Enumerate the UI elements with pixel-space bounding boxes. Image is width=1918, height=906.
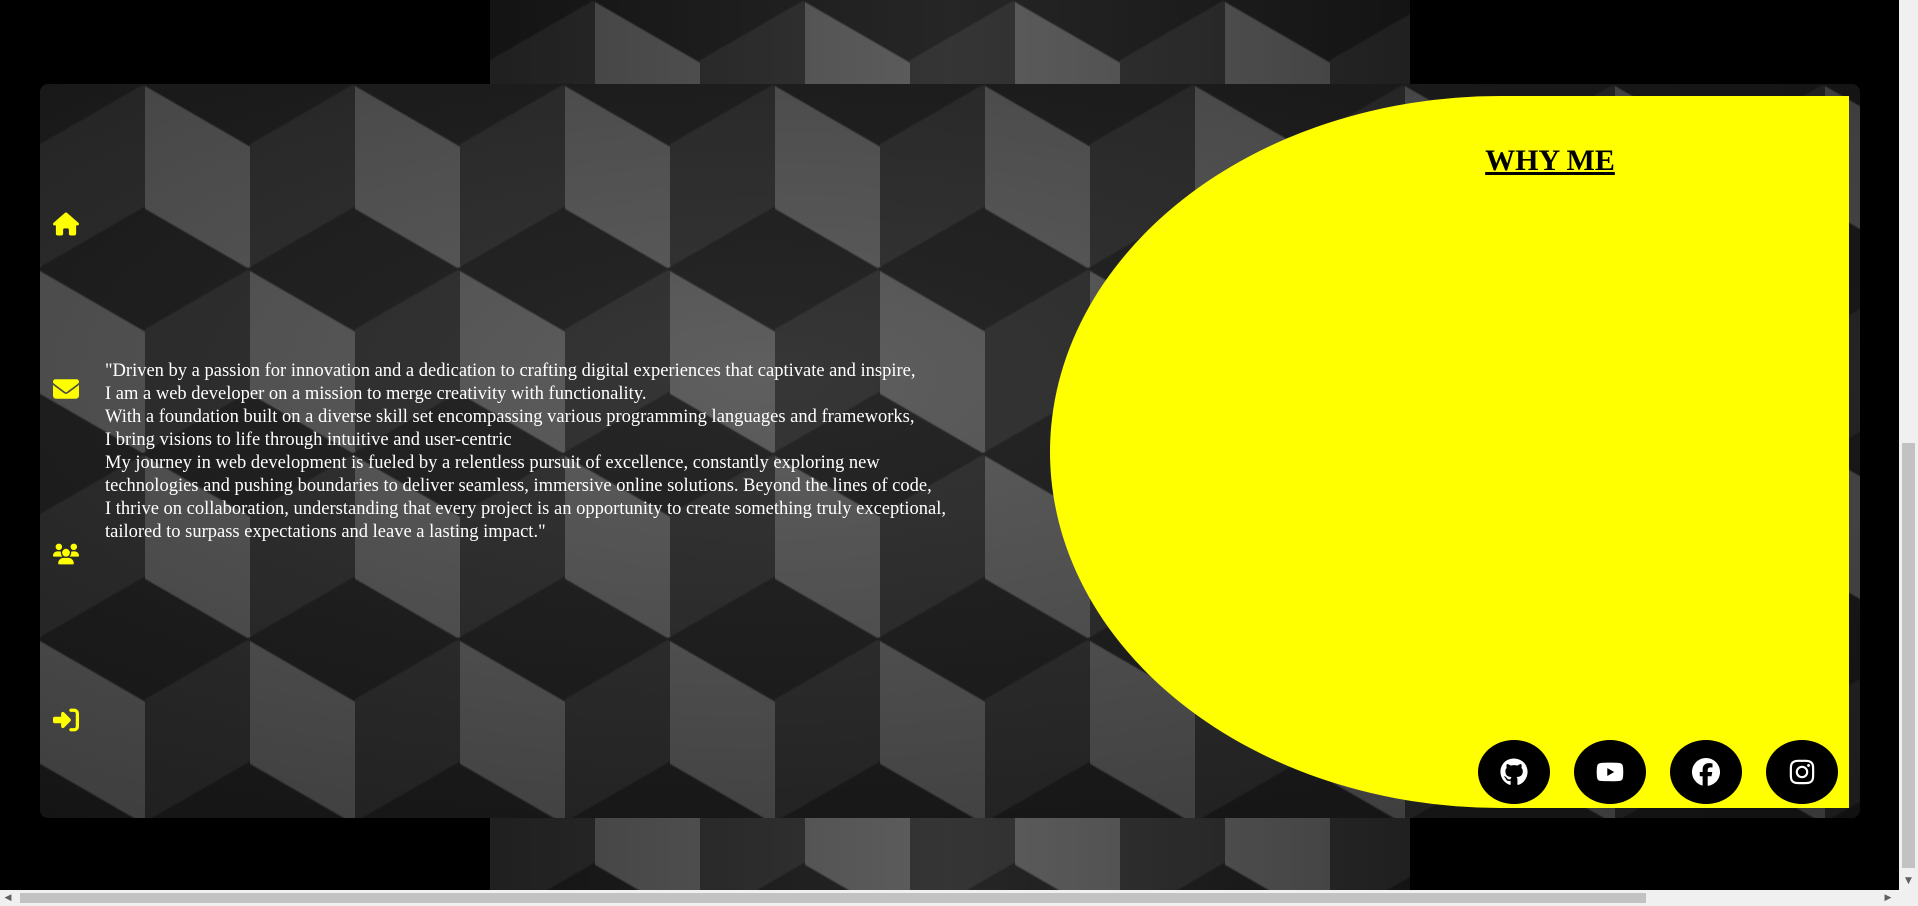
quote-line: I am a web developer on a mission to mer… <box>105 384 647 404</box>
scroll-left-arrow-icon[interactable]: ◀ <box>0 890 16 906</box>
envelope-icon[interactable] <box>53 376 79 402</box>
why-me-title: WHY ME <box>1485 144 1615 177</box>
about-section-card: "Driven by a passion for innovation and … <box>40 84 1860 818</box>
home-icon[interactable] <box>53 211 79 237</box>
scroll-right-arrow-icon[interactable]: ▶ <box>1880 890 1896 906</box>
why-me-panel: WHY ME <box>1050 96 1849 808</box>
horizontal-scrollbar-thumb[interactable] <box>20 893 1646 903</box>
sign-in-icon[interactable] <box>53 707 79 733</box>
scroll-down-arrow-icon[interactable]: ▼ <box>1899 874 1918 888</box>
quote-line: tailored to surpass expectations and lea… <box>105 522 546 542</box>
quote-line: My journey in web development is fueled … <box>105 453 880 473</box>
yellow-blob-shape <box>1050 96 1849 808</box>
quote-line: With a foundation built on a diverse ski… <box>105 407 915 427</box>
users-icon[interactable] <box>53 541 79 567</box>
vertical-scrollbar-thumb[interactable] <box>1902 443 1915 868</box>
quote-line: "Driven by a passion for innovation and … <box>105 361 916 381</box>
horizontal-scrollbar[interactable]: ◀ ▶ <box>0 890 1899 906</box>
facebook-icon[interactable] <box>1670 740 1742 804</box>
quote-line: technologies and pushing boundaries to d… <box>105 476 932 496</box>
youtube-icon[interactable] <box>1574 740 1646 804</box>
github-icon[interactable] <box>1478 740 1550 804</box>
quote-line: I thrive on collaboration, understanding… <box>105 499 946 519</box>
quote-line: I bring visions to life through intuitiv… <box>105 430 512 450</box>
vertical-scrollbar[interactable]: ▼ <box>1899 0 1918 906</box>
instagram-icon[interactable] <box>1766 740 1838 804</box>
about-quote: "Driven by a passion for innovation and … <box>105 360 1045 544</box>
